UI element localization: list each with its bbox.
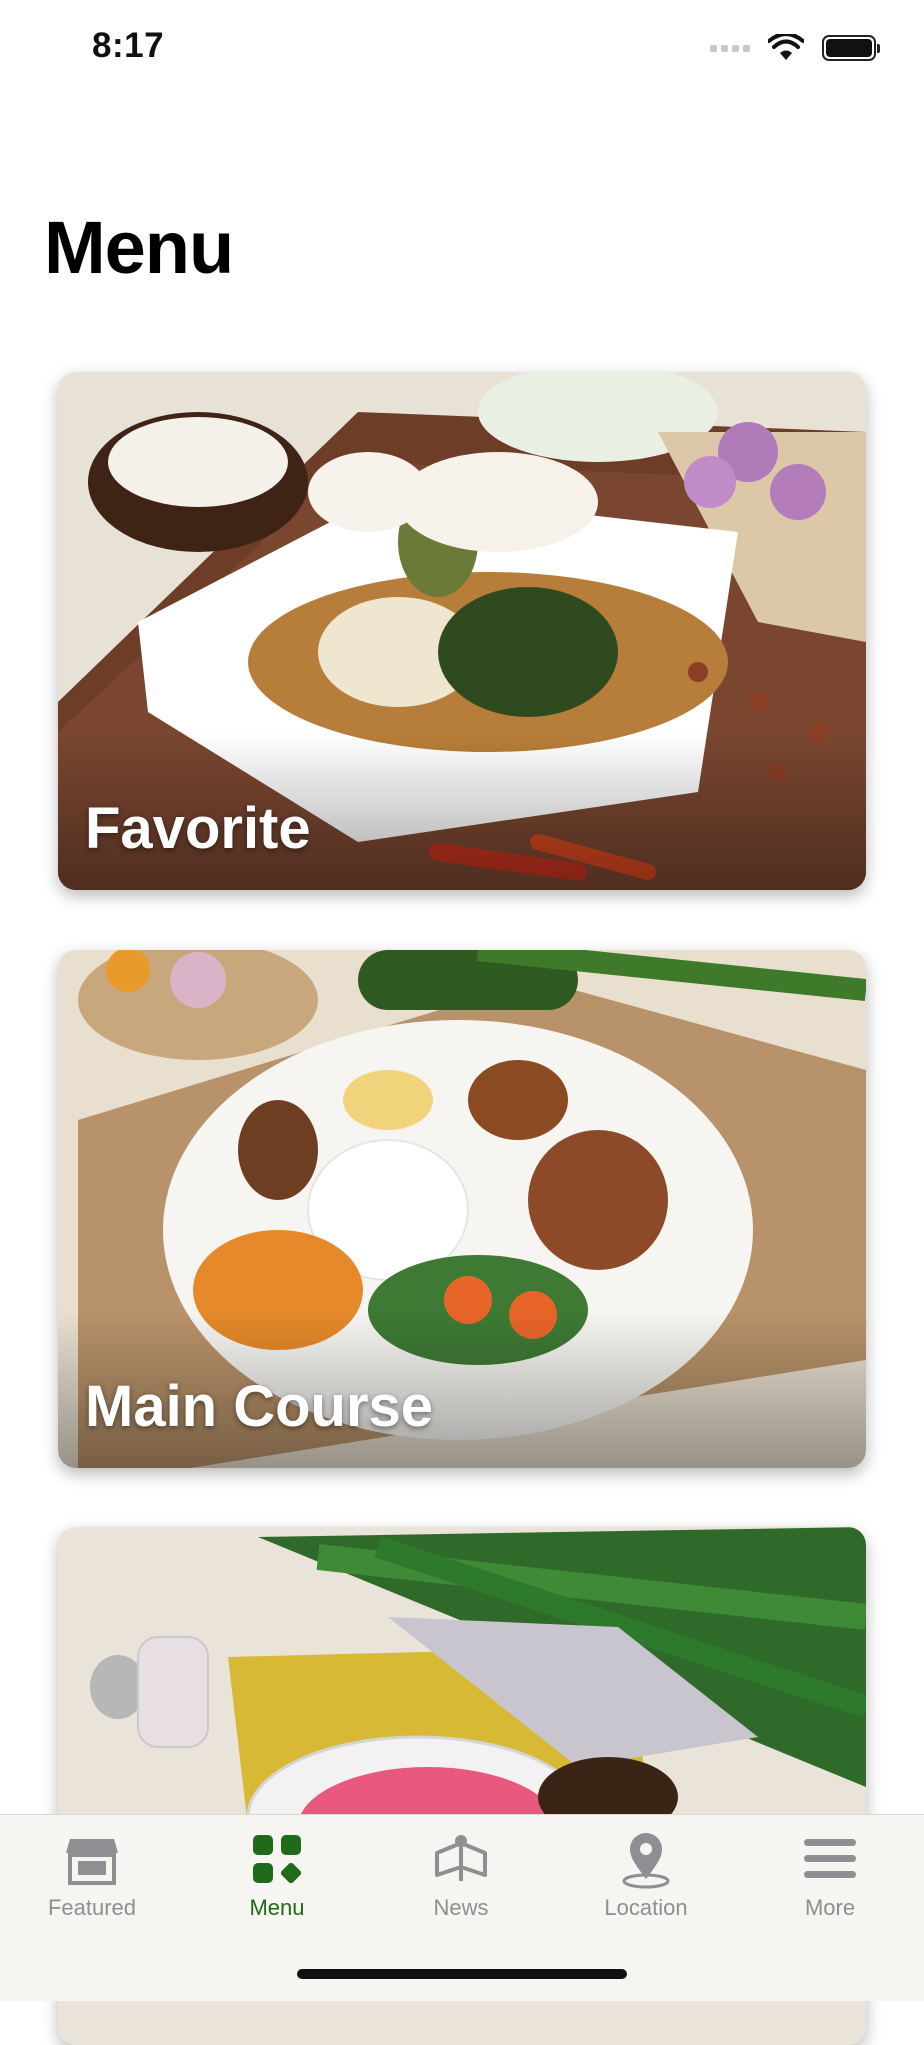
tab-location[interactable]: Location (566, 1829, 726, 1939)
cellular-signal-icon (710, 44, 750, 52)
page-title: Menu (44, 206, 234, 289)
grid-icon (253, 1835, 302, 1884)
battery-icon (822, 35, 880, 61)
tab-news[interactable]: News (381, 1829, 541, 1939)
home-indicator[interactable] (297, 1969, 627, 1979)
news-icon (435, 1835, 487, 1881)
tab-menu[interactable]: Menu (197, 1829, 357, 1939)
storefront-icon (66, 1839, 118, 1885)
hamburger-icon (804, 1839, 856, 1878)
tab-label: Menu (249, 1895, 305, 1920)
tab-label: News (433, 1895, 489, 1920)
card-label: Main Course (85, 1374, 434, 1439)
status-icons (710, 34, 880, 62)
status-bar: 8:17 (0, 0, 924, 100)
status-time: 8:17 (92, 26, 165, 65)
menu-card-main-course[interactable]: Main Course (58, 950, 866, 1468)
wifi-icon (768, 34, 804, 60)
tab-more[interactable]: More (750, 1829, 910, 1939)
tab-label: More (804, 1895, 856, 1920)
location-pin-icon (622, 1833, 670, 1889)
tab-label: Location (604, 1895, 688, 1920)
card-label: Favorite (85, 796, 311, 861)
tab-featured[interactable]: Featured (12, 1829, 172, 1939)
tab-label: Featured (47, 1895, 137, 1920)
menu-card-favorite[interactable]: Favorite (58, 372, 866, 890)
